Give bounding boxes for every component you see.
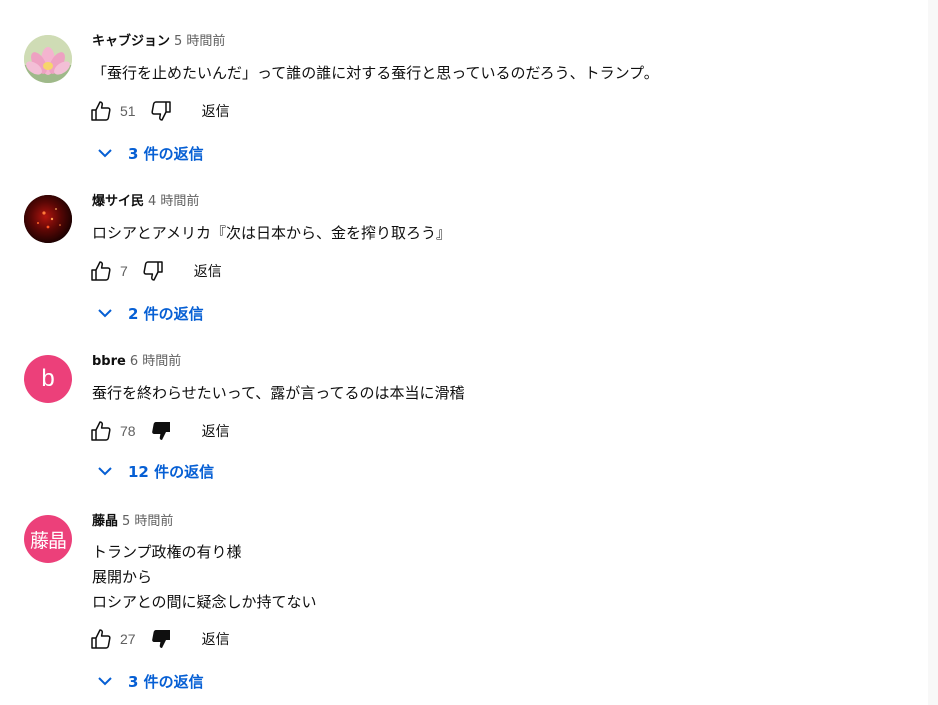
chevron-down-icon bbox=[94, 142, 116, 164]
comment-actions: 78 返信 bbox=[88, 417, 230, 445]
like-button[interactable] bbox=[88, 626, 114, 652]
dislike-button[interactable] bbox=[140, 258, 166, 284]
avatar-letter: 藤晶 bbox=[29, 529, 67, 552]
thumbs-down-icon bbox=[151, 422, 170, 440]
chevron-down-icon bbox=[94, 670, 116, 692]
scrollbar-track[interactable] bbox=[928, 0, 938, 705]
comment-line: 蚕行を終わらせたいって、露が言ってるのは本当に滑稽 bbox=[92, 384, 465, 402]
author-name[interactable]: bbre bbox=[92, 354, 126, 369]
author-name[interactable]: 爆サイ民 bbox=[92, 194, 144, 209]
thumbs-up-icon bbox=[91, 101, 111, 121]
dislike-button[interactable] bbox=[148, 418, 174, 444]
thumbs-down-icon bbox=[151, 101, 171, 121]
comment-actions: 51 返信 bbox=[88, 97, 230, 125]
avatar-letter: b bbox=[41, 365, 55, 392]
comment-time[interactable]: 6 時間前 bbox=[130, 354, 181, 369]
replies-count-label: 3 件の返信 bbox=[128, 672, 204, 691]
comment-time[interactable]: 5 時間前 bbox=[174, 34, 225, 49]
like-button[interactable] bbox=[88, 418, 114, 444]
avatar[interactable] bbox=[24, 195, 72, 243]
dark-red-particles-avatar bbox=[24, 195, 72, 243]
comment-line: ロシアとアメリカ『次は日本から、金を搾り取ろう』 bbox=[92, 224, 451, 242]
comment-text: 蚕行を終わらせたいって、露が言ってるのは本当に滑稽 bbox=[92, 381, 464, 406]
avatar[interactable]: 藤晶 bbox=[24, 515, 72, 563]
like-count: 51 bbox=[120, 103, 136, 119]
comment-header: bbre 6 時間前 bbox=[92, 353, 181, 371]
reply-button[interactable]: 返信 bbox=[202, 421, 230, 441]
replies-count-label: 2 件の返信 bbox=[128, 304, 204, 323]
thumbs-up-icon bbox=[91, 421, 111, 441]
like-count: 7 bbox=[120, 263, 128, 279]
avatar[interactable]: b bbox=[24, 355, 72, 403]
comment-line: 「蚕行を止めたいんだ」って誰の誰に対する蚕行と思っているのだろう、トランプ。 bbox=[92, 64, 659, 82]
view-replies-button[interactable]: 12 件の返信 bbox=[94, 459, 214, 483]
comment-text: トランプ政権の有り様 展開から ロシアとの間に疑念しか持てない bbox=[92, 540, 317, 615]
reply-button[interactable]: 返信 bbox=[202, 101, 230, 121]
like-count: 27 bbox=[120, 631, 136, 647]
like-button[interactable] bbox=[88, 98, 114, 124]
thumbs-up-icon bbox=[91, 629, 111, 649]
comment-text: ロシアとアメリカ『次は日本から、金を搾り取ろう』 bbox=[92, 221, 451, 246]
thumbs-up-icon bbox=[91, 261, 111, 281]
comment-header: キャブジョン 5 時間前 bbox=[92, 33, 225, 51]
author-name[interactable]: キャブジョン bbox=[92, 34, 170, 49]
author-name[interactable]: 藤晶 bbox=[92, 514, 118, 529]
like-count: 78 bbox=[120, 423, 136, 439]
comment: 藤晶 藤晶 5 時間前 トランプ政権の有り様 展開から ロシアとの間に疑念しか持て… bbox=[0, 513, 920, 705]
comment-header: 藤晶 5 時間前 bbox=[92, 513, 173, 531]
comment: 爆サイ民 4 時間前 ロシアとアメリカ『次は日本から、金を搾り取ろう』 7 返信 … bbox=[0, 193, 920, 335]
replies-count-label: 12 件の返信 bbox=[128, 462, 215, 481]
chevron-down-icon bbox=[94, 302, 116, 324]
reply-button[interactable]: 返信 bbox=[194, 261, 222, 281]
comment-line: ロシアとの間に疑念しか持てない bbox=[92, 593, 317, 611]
comment-time[interactable]: 4 時間前 bbox=[148, 194, 199, 209]
view-replies-button[interactable]: 3 件の返信 bbox=[94, 141, 204, 165]
comment-text: 「蚕行を止めたいんだ」って誰の誰に対する蚕行と思っているのだろう、トランプ。 bbox=[92, 61, 659, 86]
comment: キャブジョン 5 時間前 「蚕行を止めたいんだ」って誰の誰に対する蚕行と思っている… bbox=[0, 33, 920, 175]
dislike-button[interactable] bbox=[148, 626, 174, 652]
comment-line: 展開から bbox=[92, 568, 153, 586]
comment-time[interactable]: 5 時間前 bbox=[122, 514, 173, 529]
replies-count-label: 3 件の返信 bbox=[128, 144, 204, 163]
dislike-button[interactable] bbox=[148, 98, 174, 124]
comment-line: トランプ政権の有り様 bbox=[92, 543, 242, 561]
thumbs-down-icon bbox=[143, 261, 163, 281]
view-replies-button[interactable]: 2 件の返信 bbox=[94, 301, 204, 325]
comment: b bbre 6 時間前 蚕行を終わらせたいって、露が言ってるのは本当に滑稽 78… bbox=[0, 353, 920, 495]
comment-actions: 27 返信 bbox=[88, 625, 230, 653]
like-button[interactable] bbox=[88, 258, 114, 284]
comment-actions: 7 返信 bbox=[88, 257, 222, 285]
comment-header: 爆サイ民 4 時間前 bbox=[92, 193, 199, 211]
lotus-flower-avatar bbox=[24, 35, 72, 83]
thumbs-down-icon bbox=[151, 630, 170, 648]
view-replies-button[interactable]: 3 件の返信 bbox=[94, 669, 204, 693]
chevron-down-icon bbox=[94, 460, 116, 482]
reply-button[interactable]: 返信 bbox=[202, 629, 230, 649]
avatar[interactable] bbox=[24, 35, 72, 83]
